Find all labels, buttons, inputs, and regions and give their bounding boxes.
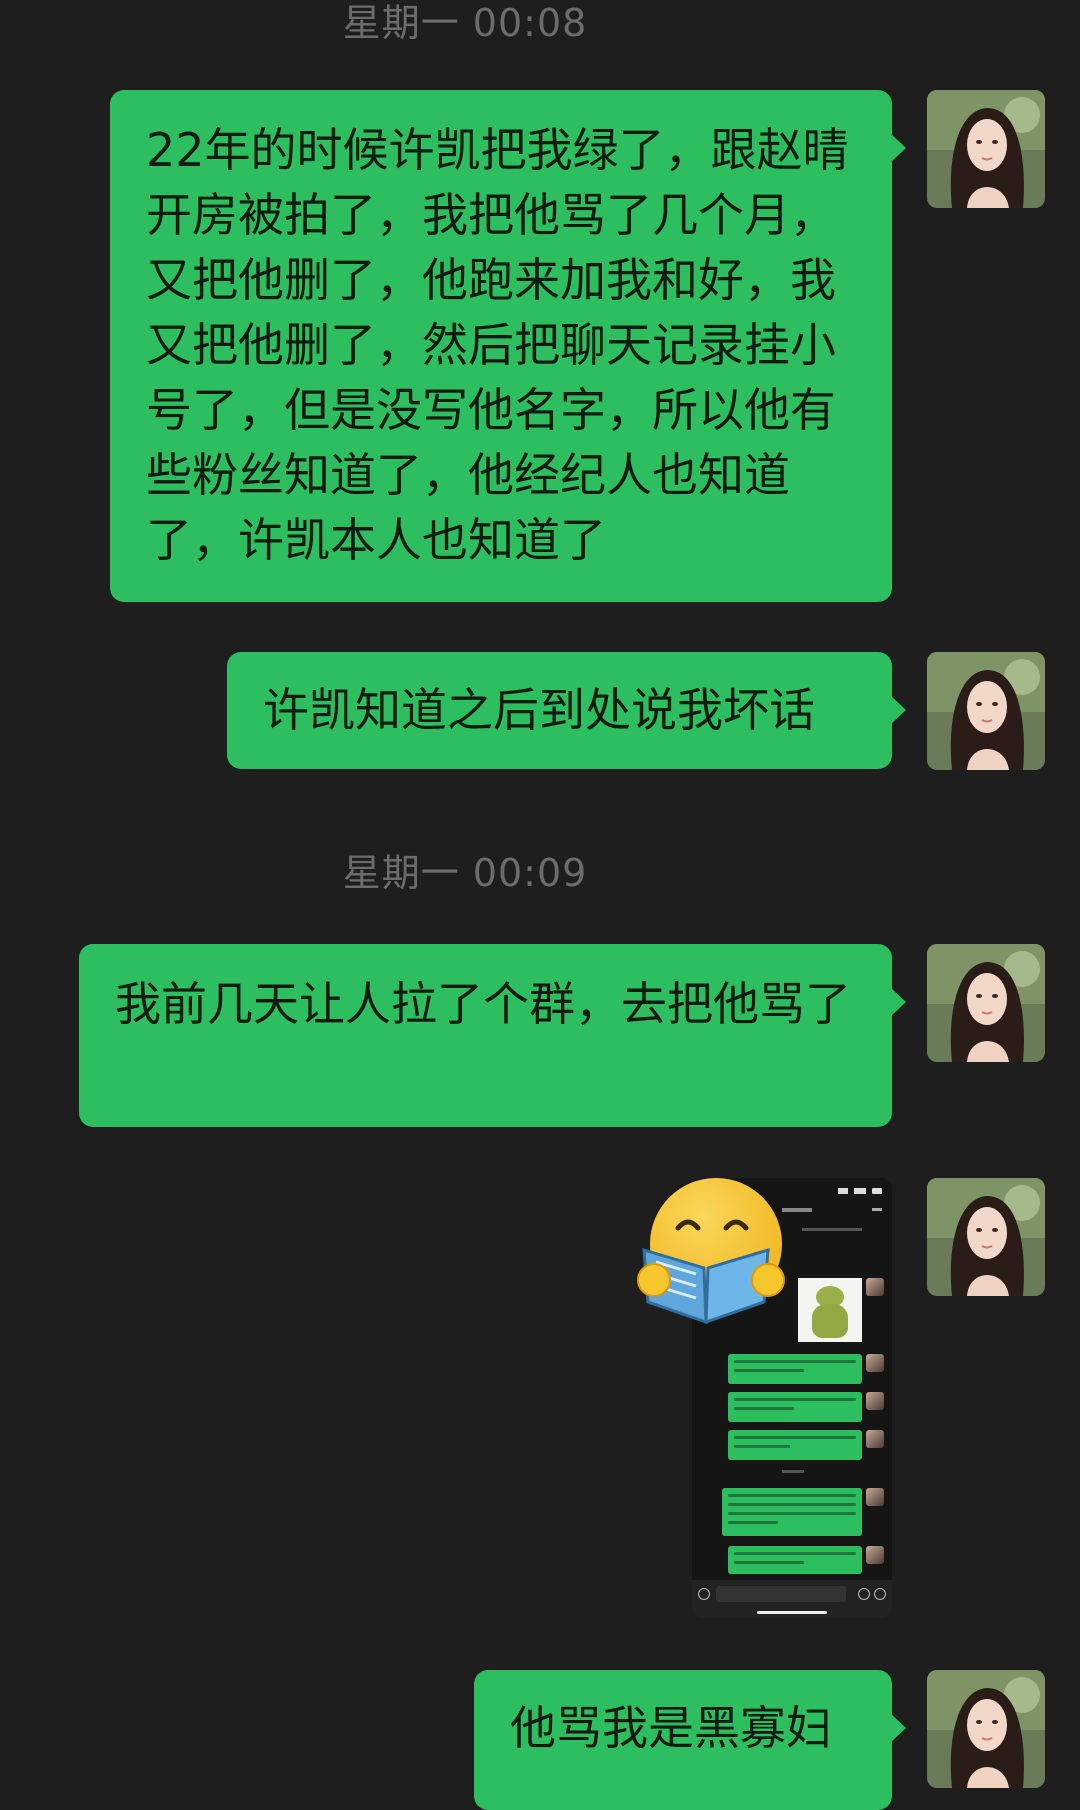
- mini-avatar: [866, 1430, 884, 1448]
- mini-avatar: [866, 1392, 884, 1410]
- mini-avatar: [866, 1278, 884, 1296]
- smiley-reading-book-icon: [634, 1172, 794, 1332]
- avatar[interactable]: [927, 652, 1045, 770]
- mini-avatar: [866, 1354, 884, 1372]
- mini-system-note: [802, 1228, 862, 1231]
- avatar-image: [927, 90, 1045, 208]
- mini-bubble: [728, 1392, 862, 1422]
- message-bubble[interactable]: 我前几天让人拉了个群，去把他骂了: [79, 944, 906, 1127]
- avatar[interactable]: [927, 944, 1045, 1062]
- avatar[interactable]: [927, 1670, 1045, 1788]
- avatar[interactable]: [927, 90, 1045, 208]
- mini-bubble: [728, 1354, 862, 1384]
- mini-bubble: [728, 1430, 862, 1460]
- mini-time-note: [782, 1470, 804, 1473]
- message-bubble[interactable]: 他骂我是黑寡妇: [474, 1670, 906, 1810]
- mini-avatar: [866, 1546, 884, 1564]
- message-bubble[interactable]: 22年的时候许凯把我绿了，跟赵晴开房被拍了，我把他骂了几个月，又把他删了，他跑来…: [110, 90, 906, 602]
- avatar-image: [927, 652, 1045, 770]
- avatar-image: [927, 1670, 1045, 1788]
- mini-bubble: [722, 1488, 862, 1536]
- mini-image: [798, 1278, 862, 1342]
- mini-bubble: [728, 1546, 862, 1574]
- mini-input-bar: [692, 1580, 892, 1618]
- timestamp: 星期一 00:08: [342, 1, 588, 45]
- avatar-image: [927, 944, 1045, 1062]
- mini-avatar: [866, 1488, 884, 1506]
- message-bubble[interactable]: 许凯知道之后到处说我坏话: [227, 652, 906, 769]
- avatar[interactable]: [927, 1178, 1045, 1296]
- avatar-image: [927, 1178, 1045, 1296]
- timestamp: 星期一 00:09: [342, 851, 588, 895]
